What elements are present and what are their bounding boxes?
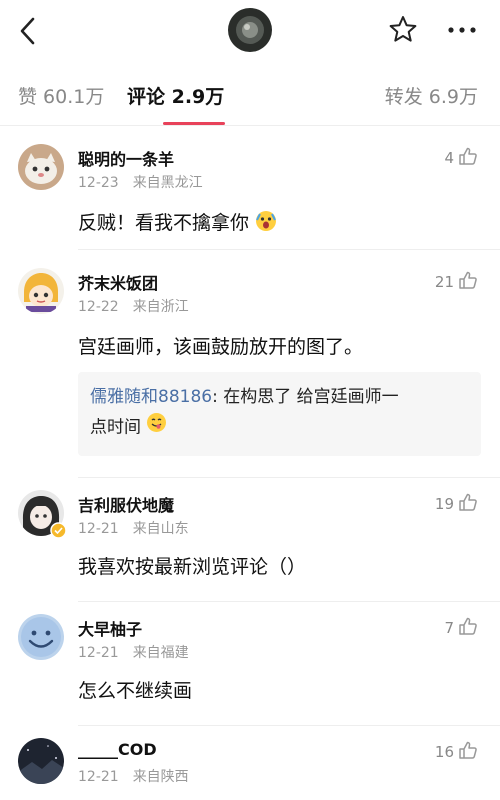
active-tab-indicator: [163, 122, 225, 125]
comment-text: 反贼！看我不擒拿你: [78, 208, 277, 237]
like-button[interactable]: 4: [444, 146, 478, 170]
comment-item: 聪明的一条羊 12-23 来自黑龙江 4 反贼！看我不擒拿你: [0, 126, 500, 250]
comment-date: 12-21: [78, 645, 119, 661]
comment-text: 宫廷画师，该画鼓励放开的图了。: [78, 336, 364, 358]
username[interactable]: 大早柚子: [78, 616, 142, 640]
like-count: 4: [444, 149, 454, 167]
avatar[interactable]: [18, 614, 64, 660]
comment-location: 来自黑龙江: [132, 175, 203, 191]
comment-item: 大早柚子 12-21 来自福建 7 怎么不继续画: [0, 602, 500, 726]
username[interactable]: _____COD: [78, 740, 157, 759]
comment-meta: 12-21 来自山东: [78, 518, 189, 538]
comment-date: 12-23: [78, 175, 119, 191]
comment-location: 来自福建: [132, 645, 189, 661]
verified-badge-icon: [50, 522, 67, 539]
post-author-avatar[interactable]: [228, 8, 272, 52]
tab-bar: 赞 60.1万 评论 2.9万 转发 6.9万: [0, 62, 500, 126]
comment-location: 来自陕西: [132, 769, 189, 785]
reply-preview[interactable]: 儒雅随和88186: 在构思了 给宫廷画师一 点时间: [78, 372, 481, 456]
like-count: 19: [434, 495, 454, 513]
thumbs-up-icon: [458, 146, 478, 170]
reply-author[interactable]: 儒雅随和88186: [90, 387, 212, 407]
username[interactable]: 聪明的一条羊: [78, 146, 174, 170]
shocked-face-emoji-icon: [255, 210, 277, 237]
comment-item: 芥末米饭团 12-22 来自浙江 21 宫廷画师，该画鼓励放开的图了。 儒雅随和8…: [0, 250, 500, 478]
top-bar: [0, 0, 500, 62]
comment-meta: 12-21 来自陕西: [78, 766, 189, 786]
reply-text: : 在构思了 给宫廷画师一: [212, 387, 399, 407]
more-options-icon[interactable]: [444, 16, 480, 44]
like-button[interactable]: 16: [435, 740, 478, 764]
like-button[interactable]: 21: [435, 270, 478, 294]
like-count: 16: [434, 743, 454, 761]
comment-text: 我喜欢按最新浏览评论（）: [78, 556, 307, 578]
comment-text: 怎么不继续画: [78, 680, 193, 702]
back-arrow-icon[interactable]: [14, 14, 44, 48]
avatar[interactable]: [18, 738, 64, 784]
like-count: 21: [434, 273, 454, 291]
tab-likes[interactable]: 赞 60.1万: [18, 82, 104, 109]
like-button[interactable]: 19: [435, 492, 478, 516]
tab-reposts[interactable]: 转发 6.9万: [385, 82, 478, 109]
comment-date: 12-21: [78, 521, 119, 537]
comment-meta: 12-22 来自浙江: [78, 296, 189, 316]
comment-date: 12-21: [78, 769, 119, 785]
thumbs-up-icon: [458, 492, 478, 516]
avatar[interactable]: [18, 268, 64, 314]
star-favorite-icon[interactable]: [387, 13, 419, 47]
like-button[interactable]: 7: [444, 616, 478, 640]
comment-item: _____COD 12-21 来自陕西 16: [0, 726, 500, 800]
comment-item: 吉利服伏地魔 12-21 来自山东 19 我喜欢按最新浏览评论（）: [0, 478, 500, 602]
comment-location: 来自浙江: [132, 299, 189, 315]
comment-date: 12-22: [78, 299, 119, 315]
smile-tongue-emoji-icon: [146, 412, 167, 443]
reply-text-continued: 点时间: [90, 417, 141, 438]
comment-location: 来自山东: [132, 521, 189, 537]
thumbs-up-icon: [458, 616, 478, 640]
thumbs-up-icon: [458, 270, 478, 294]
like-count: 7: [444, 619, 454, 637]
comment-meta: 12-21 来自福建: [78, 642, 189, 662]
tab-comments[interactable]: 评论 2.9万: [127, 82, 224, 109]
comment-meta: 12-23 来自黑龙江: [78, 172, 203, 192]
thumbs-up-icon: [458, 740, 478, 764]
avatar[interactable]: [18, 144, 64, 190]
username[interactable]: 吉利服伏地魔: [78, 492, 174, 516]
username[interactable]: 芥末米饭团: [78, 270, 158, 294]
